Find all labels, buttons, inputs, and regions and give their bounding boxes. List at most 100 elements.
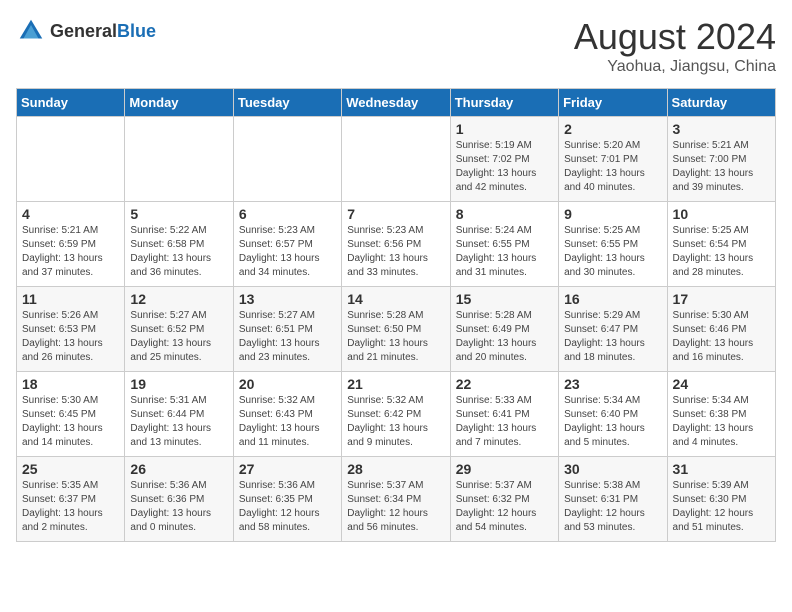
day-number: 13: [239, 291, 336, 307]
day-info: Sunrise: 5:30 AMSunset: 6:45 PMDaylight:…: [22, 394, 119, 450]
header-thursday: Thursday: [450, 89, 558, 117]
table-row: 24 Sunrise: 5:34 AMSunset: 6:38 PMDayligh…: [667, 372, 775, 457]
calendar-table: Sunday Monday Tuesday Wednesday Thursday…: [16, 88, 776, 542]
table-row: 13 Sunrise: 5:27 AMSunset: 6:51 PMDayligh…: [233, 287, 341, 372]
day-number: 28: [347, 461, 444, 477]
table-row: 26 Sunrise: 5:36 AMSunset: 6:36 PMDayligh…: [125, 457, 233, 542]
day-number: 8: [456, 206, 553, 222]
calendar-header-row: Sunday Monday Tuesday Wednesday Thursday…: [17, 89, 776, 117]
day-info: Sunrise: 5:35 AMSunset: 6:37 PMDaylight:…: [22, 479, 119, 535]
table-row: 12 Sunrise: 5:27 AMSunset: 6:52 PMDayligh…: [125, 287, 233, 372]
day-info: Sunrise: 5:27 AMSunset: 6:52 PMDaylight:…: [130, 309, 227, 365]
calendar-week-row: 11 Sunrise: 5:26 AMSunset: 6:53 PMDayligh…: [17, 287, 776, 372]
day-info: Sunrise: 5:37 AMSunset: 6:34 PMDaylight:…: [347, 479, 444, 535]
day-info: Sunrise: 5:22 AMSunset: 6:58 PMDaylight:…: [130, 224, 227, 280]
table-row: 8Sunrise: 5:24 AMSunset: 6:55 PMDaylight…: [450, 202, 558, 287]
day-info: Sunrise: 5:25 AMSunset: 6:55 PMDaylight:…: [564, 224, 661, 280]
day-number: 20: [239, 376, 336, 392]
day-info: Sunrise: 5:28 AMSunset: 6:49 PMDaylight:…: [456, 309, 553, 365]
day-number: 4: [22, 206, 119, 222]
logo: GeneralBlue: [16, 16, 156, 46]
table-row: 28 Sunrise: 5:37 AMSunset: 6:34 PMDayligh…: [342, 457, 450, 542]
day-info: Sunrise: 5:34 AMSunset: 6:38 PMDaylight:…: [673, 394, 770, 450]
table-row: 1Sunrise: 5:19 AMSunset: 7:02 PMDaylight…: [450, 117, 558, 202]
day-info: Sunrise: 5:34 AMSunset: 6:40 PMDaylight:…: [564, 394, 661, 450]
header-tuesday: Tuesday: [233, 89, 341, 117]
table-row: 14Sunrise: 5:28 AMSunset: 6:50 PMDayligh…: [342, 287, 450, 372]
table-row: 20Sunrise: 5:32 AMSunset: 6:43 PMDayligh…: [233, 372, 341, 457]
day-number: 27: [239, 461, 336, 477]
calendar-week-row: 4 Sunrise: 5:21 AMSunset: 6:59 PMDaylight…: [17, 202, 776, 287]
day-number: 19: [130, 376, 227, 392]
day-number: 2: [564, 121, 661, 137]
day-info: Sunrise: 5:26 AMSunset: 6:53 PMDaylight:…: [22, 309, 119, 365]
day-info: Sunrise: 5:36 AMSunset: 6:36 PMDaylight:…: [130, 479, 227, 535]
table-row: 25 Sunrise: 5:35 AMSunset: 6:37 PMDayligh…: [17, 457, 125, 542]
day-info: Sunrise: 5:30 AMSunset: 6:46 PMDaylight:…: [673, 309, 770, 365]
table-row: 22 Sunrise: 5:33 AMSunset: 6:41 PMDayligh…: [450, 372, 558, 457]
day-number: 18: [22, 376, 119, 392]
day-info: Sunrise: 5:37 AMSunset: 6:32 PMDaylight:…: [456, 479, 553, 535]
day-info: Sunrise: 5:23 AMSunset: 6:56 PMDaylight:…: [347, 224, 444, 280]
table-row: [233, 117, 341, 202]
table-row: 31Sunrise: 5:39 AMSunset: 6:30 PMDayligh…: [667, 457, 775, 542]
day-number: 6: [239, 206, 336, 222]
day-info: Sunrise: 5:21 AMSunset: 7:00 PMDaylight:…: [673, 139, 770, 195]
day-number: 9: [564, 206, 661, 222]
logo-general: General: [50, 21, 117, 41]
day-number: 14: [347, 291, 444, 307]
table-row: [17, 117, 125, 202]
table-row: 10 Sunrise: 5:25 AMSunset: 6:54 PMDayligh…: [667, 202, 775, 287]
day-number: 26: [130, 461, 227, 477]
calendar-subtitle: Yaohua, Jiangsu, China: [574, 58, 776, 76]
day-number: 15: [456, 291, 553, 307]
page-header: GeneralBlue August 2024 Yaohua, Jiangsu,…: [16, 16, 776, 76]
table-row: 11 Sunrise: 5:26 AMSunset: 6:53 PMDayligh…: [17, 287, 125, 372]
day-number: 10: [673, 206, 770, 222]
day-info: Sunrise: 5:36 AMSunset: 6:35 PMDaylight:…: [239, 479, 336, 535]
calendar-week-row: 1Sunrise: 5:19 AMSunset: 7:02 PMDaylight…: [17, 117, 776, 202]
table-row: 2 Sunrise: 5:20 AMSunset: 7:01 PMDaylight…: [559, 117, 667, 202]
day-info: Sunrise: 5:39 AMSunset: 6:30 PMDaylight:…: [673, 479, 770, 535]
day-info: Sunrise: 5:32 AMSunset: 6:42 PMDaylight:…: [347, 394, 444, 450]
day-info: Sunrise: 5:29 AMSunset: 6:47 PMDaylight:…: [564, 309, 661, 365]
day-number: 11: [22, 291, 119, 307]
day-number: 21: [347, 376, 444, 392]
header-saturday: Saturday: [667, 89, 775, 117]
day-number: 3: [673, 121, 770, 137]
table-row: 21 Sunrise: 5:32 AMSunset: 6:42 PMDayligh…: [342, 372, 450, 457]
table-row: 6 Sunrise: 5:23 AMSunset: 6:57 PMDaylight…: [233, 202, 341, 287]
logo-blue: Blue: [117, 21, 156, 41]
day-number: 12: [130, 291, 227, 307]
day-info: Sunrise: 5:21 AMSunset: 6:59 PMDaylight:…: [22, 224, 119, 280]
table-row: 18 Sunrise: 5:30 AMSunset: 6:45 PMDayligh…: [17, 372, 125, 457]
day-number: 5: [130, 206, 227, 222]
day-info: Sunrise: 5:31 AMSunset: 6:44 PMDaylight:…: [130, 394, 227, 450]
day-number: 22: [456, 376, 553, 392]
day-info: Sunrise: 5:20 AMSunset: 7:01 PMDaylight:…: [564, 139, 661, 195]
table-row: 17 Sunrise: 5:30 AMSunset: 6:46 PMDayligh…: [667, 287, 775, 372]
table-row: 3 Sunrise: 5:21 AMSunset: 7:00 PMDaylight…: [667, 117, 775, 202]
day-info: Sunrise: 5:38 AMSunset: 6:31 PMDaylight:…: [564, 479, 661, 535]
day-info: Sunrise: 5:25 AMSunset: 6:54 PMDaylight:…: [673, 224, 770, 280]
table-row: 9 Sunrise: 5:25 AMSunset: 6:55 PMDaylight…: [559, 202, 667, 287]
day-number: 17: [673, 291, 770, 307]
day-number: 25: [22, 461, 119, 477]
table-row: 15 Sunrise: 5:28 AMSunset: 6:49 PMDayligh…: [450, 287, 558, 372]
title-block: August 2024 Yaohua, Jiangsu, China: [574, 16, 776, 76]
table-row: [125, 117, 233, 202]
calendar-title: August 2024: [574, 16, 776, 58]
day-info: Sunrise: 5:27 AMSunset: 6:51 PMDaylight:…: [239, 309, 336, 365]
day-number: 7: [347, 206, 444, 222]
day-info: Sunrise: 5:33 AMSunset: 6:41 PMDaylight:…: [456, 394, 553, 450]
table-row: 29Sunrise: 5:37 AMSunset: 6:32 PMDayligh…: [450, 457, 558, 542]
day-number: 30: [564, 461, 661, 477]
header-friday: Friday: [559, 89, 667, 117]
table-row: 23 Sunrise: 5:34 AMSunset: 6:40 PMDayligh…: [559, 372, 667, 457]
table-row: 19 Sunrise: 5:31 AMSunset: 6:44 PMDayligh…: [125, 372, 233, 457]
day-number: 1: [456, 121, 553, 137]
day-info: Sunrise: 5:23 AMSunset: 6:57 PMDaylight:…: [239, 224, 336, 280]
day-number: 23: [564, 376, 661, 392]
day-number: 24: [673, 376, 770, 392]
calendar-week-row: 25 Sunrise: 5:35 AMSunset: 6:37 PMDayligh…: [17, 457, 776, 542]
